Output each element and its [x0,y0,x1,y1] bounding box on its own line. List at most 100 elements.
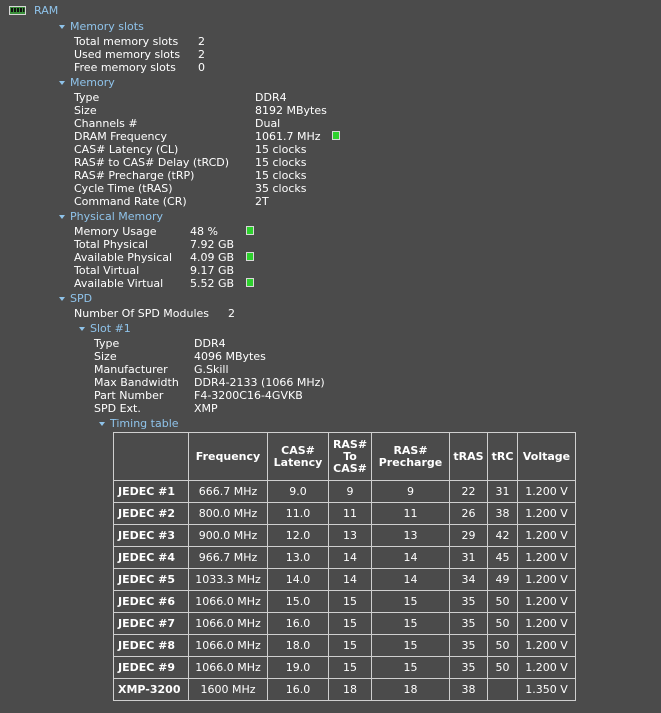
table-cell: 1.200 V [517,502,576,525]
memory-usage-value: 48 % [190,225,218,238]
section-spd[interactable]: SPD [70,292,92,305]
table-cell: 15 [328,656,372,679]
table-row: JEDEC #4 966.7 MHz 13.0 14 14 31 45 1.200 V [113,546,576,569]
table-cell: 31 [449,546,488,569]
memory-usage-label: Memory Usage [74,225,157,238]
table-corner [113,432,189,481]
table-cell: 13 [371,524,450,547]
memory-type-label: Type [74,91,100,104]
manufacturer-value: G.Skill [194,363,229,376]
spd-ext-label: SPD Ext. [94,402,141,415]
row-header: XMP-3200 [113,678,189,701]
table-cell: 34 [449,568,488,591]
available-virtual-label: Available Virtual [74,277,164,290]
table-cell: 16.0 [267,612,329,635]
section-timing-table[interactable]: Timing table [110,417,179,430]
timing-table: Frequency CAS# Latency RAS# To CAS# RAS#… [113,432,576,701]
table-cell: 19.0 [267,656,329,679]
ram-module-icon [9,6,26,15]
table-cell: 1.200 V [517,524,576,547]
timing-table-header-row: Frequency CAS# Latency RAS# To CAS# RAS#… [113,432,576,481]
table-cell: 1066.0 MHz [188,590,268,613]
table-cell: 11.0 [267,502,329,525]
table-cell: 22 [449,480,488,503]
table-cell: 1066.0 MHz [188,634,268,657]
available-physical-label: Available Physical [74,251,173,264]
collapse-arrow-icon[interactable] [59,25,65,29]
total-virtual-value: 9.17 GB [190,264,235,277]
column-header: tRC [487,432,518,481]
table-cell: 14 [371,568,450,591]
total-slots-value: 2 [198,35,205,48]
table-cell: 14 [371,546,450,569]
row-header: JEDEC #2 [113,502,189,525]
collapse-arrow-icon[interactable] [59,215,65,219]
table-row: JEDEC #9 1066.0 MHz 19.0 15 15 35 50 1.200 V [113,656,576,679]
tree-root-ram[interactable]: RAM [34,4,58,17]
section-memory[interactable]: Memory [70,76,115,89]
table-cell: 1.200 V [517,568,576,591]
row-header: JEDEC #1 [113,480,189,503]
table-cell: 15.0 [267,590,329,613]
table-cell: 14.0 [267,568,329,591]
total-slots-label: Total memory slots [74,35,179,48]
table-cell: 26 [449,502,488,525]
part-number-value: F4-3200C16-4GVKB [194,389,303,402]
table-cell: 15 [371,612,450,635]
row-header: JEDEC #5 [113,568,189,591]
memory-size-label: Size [74,104,97,117]
slot-type-value: DDR4 [194,337,226,350]
section-slot-1[interactable]: Slot #1 [90,322,131,335]
table-cell: 14 [328,568,372,591]
free-slots-value: 0 [198,61,205,74]
used-slots-label: Used memory slots [74,48,181,61]
collapse-arrow-icon[interactable] [59,81,65,85]
table-cell: 15 [328,590,372,613]
table-cell: 15 [328,612,372,635]
free-slots-label: Free memory slots [74,61,176,74]
table-cell: 50 [487,590,518,613]
table-cell: 50 [487,634,518,657]
status-indicator-icon [246,252,254,261]
table-cell: 29 [449,524,488,547]
column-header: Frequency [188,432,268,481]
table-cell: 45 [487,546,518,569]
column-header: RAS# To CAS# [328,432,372,481]
slot-type-label: Type [94,337,120,350]
table-cell: 18 [328,678,372,701]
total-virtual-label: Total Virtual [74,264,140,277]
channels-label: Channels # [74,117,138,130]
table-cell: 38 [449,678,488,701]
tras-label: Cycle Time (tRAS) [74,182,173,195]
table-cell: 9.0 [267,480,329,503]
row-header: JEDEC #7 [113,612,189,635]
cas-latency-value: 15 clocks [255,143,307,156]
spd-ext-value: XMP [194,402,218,415]
table-cell: 31 [487,480,518,503]
table-cell: 18 [371,678,450,701]
trcd-label: RAS# to CAS# Delay (tRCD) [74,156,230,169]
table-row: XMP-3200 1600 MHz 16.0 18 18 38 1.350 V [113,678,576,701]
table-cell: 11 [371,502,450,525]
table-cell: 38 [487,502,518,525]
table-cell: 800.0 MHz [188,502,268,525]
manufacturer-label: Manufacturer [94,363,168,376]
command-rate-label: Command Rate (CR) [74,195,187,208]
collapse-arrow-icon[interactable] [79,327,85,331]
table-cell: 12.0 [267,524,329,547]
collapse-arrow-icon[interactable] [99,422,105,426]
collapse-arrow-icon[interactable] [59,297,65,301]
trp-label: RAS# Precharge (tRP) [74,169,195,182]
status-indicator-icon [246,226,254,235]
table-cell: 15 [371,590,450,613]
table-cell: 50 [487,656,518,679]
table-cell: 42 [487,524,518,547]
section-memory-slots[interactable]: Memory slots [70,20,144,33]
table-cell: 9 [328,480,372,503]
section-physical-memory[interactable]: Physical Memory [70,210,163,223]
table-row: JEDEC #3 900.0 MHz 12.0 13 13 29 42 1.200 V [113,524,576,547]
table-cell: 35 [449,656,488,679]
available-virtual-value: 5.52 GB [190,277,235,290]
table-cell: 666.7 MHz [188,480,268,503]
spd-modules-label: Number Of SPD Modules [74,307,210,320]
